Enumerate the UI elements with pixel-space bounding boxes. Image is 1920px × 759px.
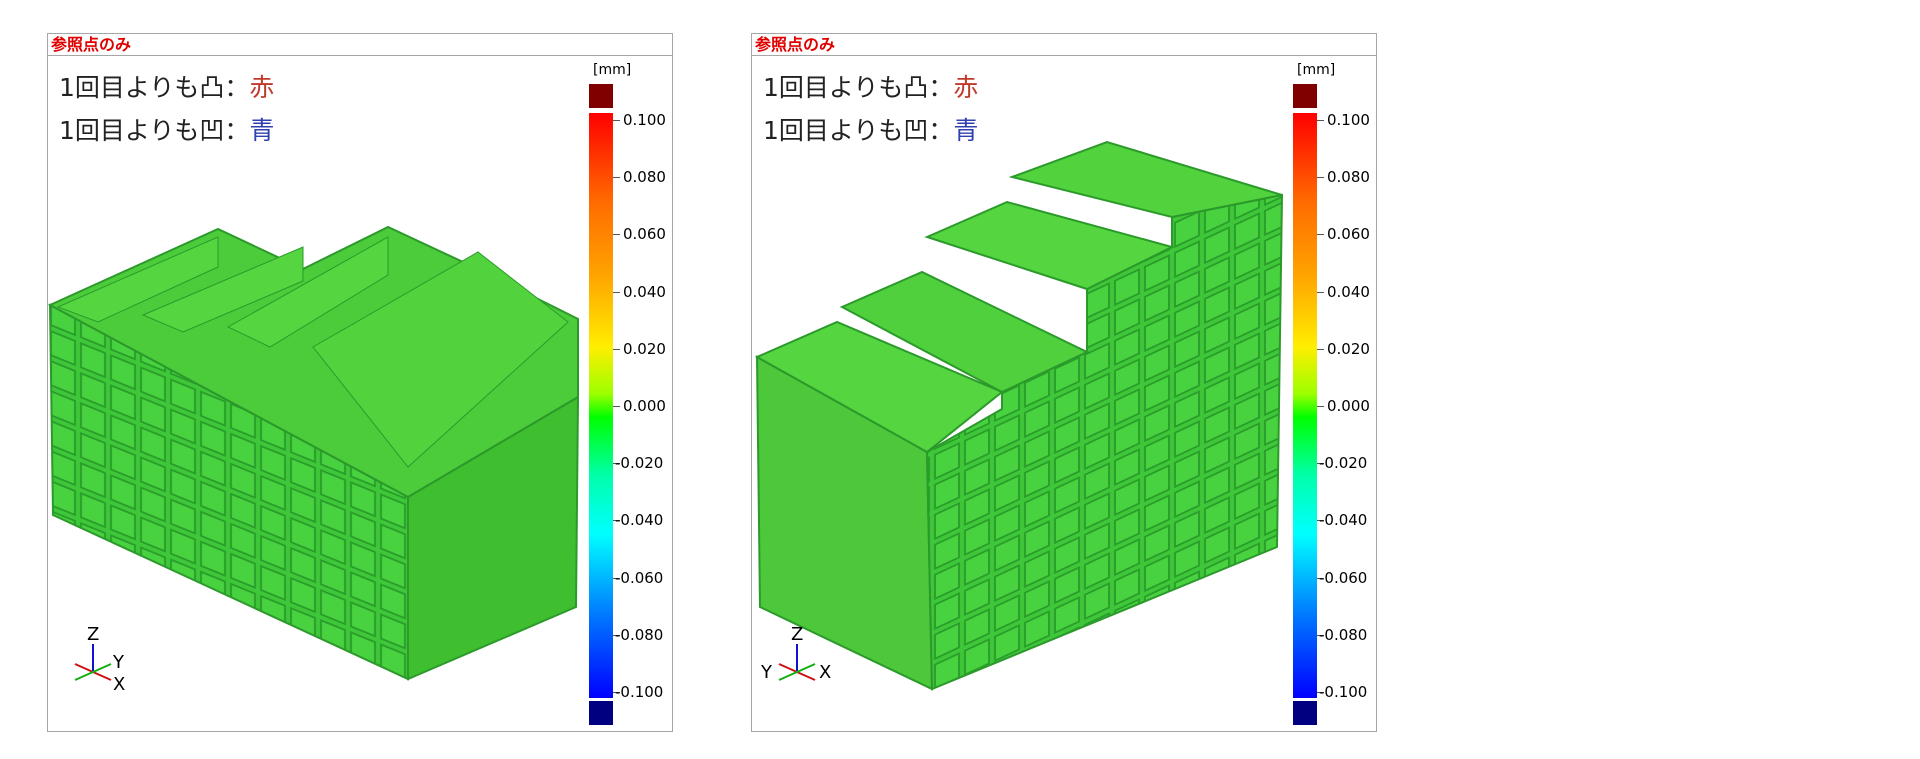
colorbar-tick-mark (613, 291, 620, 293)
colorbar-under-swatch (589, 701, 613, 725)
colorbar-tick-label: -0.020 (1319, 454, 1368, 473)
axis-x-label: X (819, 662, 831, 683)
colorbar-tick-label: 0.080 (1327, 168, 1370, 187)
colorbar-over-swatch (1293, 84, 1317, 108)
colorbar-tick-label: 0.020 (623, 339, 666, 358)
colorbar-unit: [mm] (593, 62, 632, 78)
colorbar-tick-label: -0.100 (615, 683, 664, 701)
colorbar-tick-label: 0.040 (1327, 282, 1370, 301)
colorbar-tick-label: -0.060 (1319, 568, 1368, 587)
axis-triad: Z Y X (74, 624, 125, 695)
colorbar (589, 113, 613, 698)
axis-z-label: Z (87, 624, 99, 645)
colorbar-tick-mark (613, 348, 620, 350)
colorbar-tick-label: 0.000 (623, 397, 666, 415)
colorbar-tick-mark (613, 234, 620, 236)
colorbar-tick-label: -0.040 (615, 511, 664, 530)
colorbar-tick-label: 0.100 (1327, 111, 1370, 129)
colorbar-tick-label: -0.060 (615, 568, 664, 587)
axis-z-label: Z (791, 624, 803, 645)
colorbar-tick-label: -0.020 (615, 454, 664, 473)
colorbar-tick-mark (613, 120, 620, 121)
colorbar-tick-label: 0.060 (1327, 225, 1370, 244)
colorbar-tick-label: 0.100 (623, 111, 666, 129)
colorbar-tick-label: -0.040 (1319, 511, 1368, 530)
colorbar-under-swatch (1293, 701, 1317, 725)
colorbar-tick-mark (1317, 120, 1324, 121)
colorbar-tick-label: 0.020 (1327, 339, 1370, 358)
colorbar-tick-label: 0.040 (623, 282, 666, 301)
colorbar-tick-label: 0.060 (623, 225, 666, 244)
colorbar-tick-label: -0.080 (1319, 625, 1368, 644)
colorbar-tick-mark (1317, 291, 1324, 293)
3d-model-view[interactable]: Z Y X (752, 57, 1312, 707)
colorbar-tick-label: -0.100 (1319, 683, 1368, 701)
colorbar-tick-mark (1317, 234, 1324, 236)
colorbar-tick-mark (1317, 177, 1324, 179)
axis-x-label: X (113, 674, 125, 695)
deviation-panel-1: 参照点のみ 1回目よりも凸：赤 1回目よりも凹：青 Z Y X [mm] 0.1… (47, 33, 673, 732)
axis-y-label: Y (112, 652, 125, 673)
colorbar-tick-label: 0.000 (1327, 397, 1370, 415)
colorbar-tick-label: 0.080 (623, 168, 666, 187)
colorbar-tick-mark (613, 177, 620, 179)
colorbar (1293, 113, 1317, 698)
panel-title: 参照点のみ (752, 34, 1376, 56)
panel-title: 参照点のみ (48, 34, 672, 56)
axis-y-label: Y (760, 662, 773, 683)
colorbar-over-swatch (589, 84, 613, 108)
colorbar-tick-mark (1317, 348, 1324, 350)
3d-model-view[interactable]: Z Y X (48, 57, 608, 707)
colorbar-tick-mark (1317, 406, 1324, 407)
deviation-panel-2: 参照点のみ 1回目よりも凸：赤 1回目よりも凹：青 Z Y X [mm] 0.1… (751, 33, 1377, 732)
colorbar-unit: [mm] (1297, 62, 1336, 78)
colorbar-tick-mark (613, 406, 620, 407)
colorbar-tick-label: -0.080 (615, 625, 664, 644)
